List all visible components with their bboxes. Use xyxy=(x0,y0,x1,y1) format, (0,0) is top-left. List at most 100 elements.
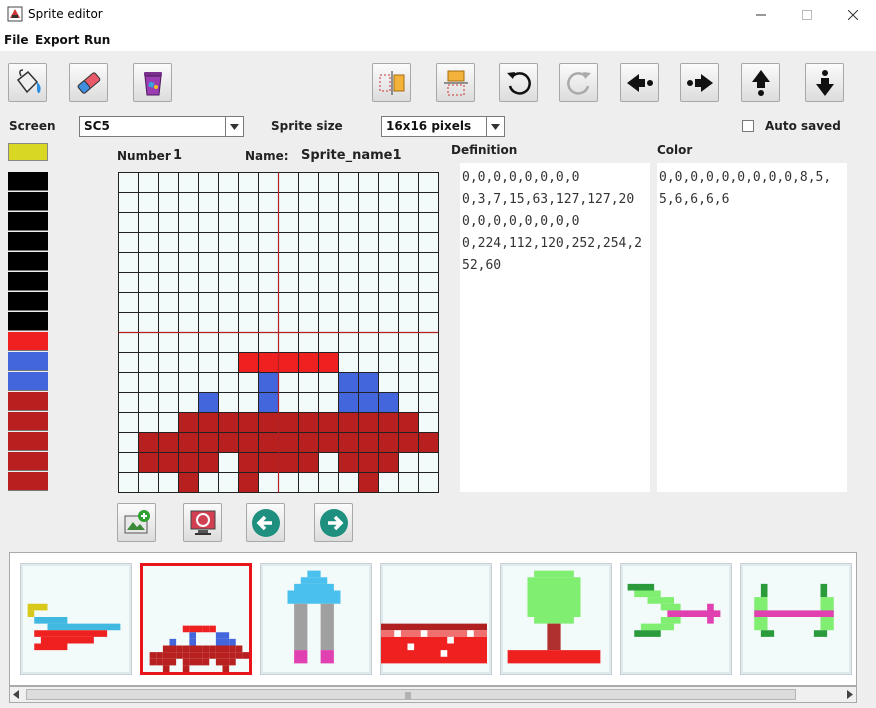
pixel-cell[interactable] xyxy=(418,432,439,453)
pixel-cell[interactable] xyxy=(258,392,279,413)
pixel-cell[interactable] xyxy=(418,172,439,193)
palette-color-7[interactable] xyxy=(8,312,48,331)
thumbnail-mushroom[interactable] xyxy=(260,563,372,675)
pixel-cell[interactable] xyxy=(118,452,139,473)
thumbnail-tree[interactable] xyxy=(500,563,612,675)
palette-color-11[interactable] xyxy=(8,392,48,411)
palette-color-6[interactable] xyxy=(8,292,48,311)
thumbnail-car[interactable] xyxy=(140,563,252,675)
delete-button[interactable] xyxy=(133,63,172,102)
pixel-cell[interactable] xyxy=(138,372,159,393)
pixel-cell[interactable] xyxy=(418,312,439,333)
pixel-cell[interactable] xyxy=(298,372,319,393)
pixel-cell[interactable] xyxy=(138,392,159,413)
pixel-cell[interactable] xyxy=(178,172,199,193)
pixel-cell[interactable] xyxy=(338,452,359,473)
pixel-cell[interactable] xyxy=(198,372,219,393)
pixel-cell[interactable] xyxy=(198,412,219,433)
pixel-cell[interactable] xyxy=(238,372,259,393)
pixel-cell[interactable] xyxy=(178,212,199,233)
pixel-cell[interactable] xyxy=(218,352,239,373)
pixel-cell[interactable] xyxy=(178,412,199,433)
pixel-cell[interactable] xyxy=(238,192,259,213)
pixel-cell[interactable] xyxy=(318,392,339,413)
pixel-cell[interactable] xyxy=(298,432,319,453)
pixel-cell[interactable] xyxy=(198,232,219,253)
pixel-cell[interactable] xyxy=(398,452,419,473)
pixel-cell[interactable] xyxy=(198,192,219,213)
selected-color-swatch[interactable] xyxy=(8,143,48,161)
pixel-cell[interactable] xyxy=(238,172,259,193)
previous-sprite-button[interactable] xyxy=(246,503,285,542)
pixel-cell[interactable] xyxy=(278,212,299,233)
pixel-cell[interactable] xyxy=(298,272,319,293)
scrollbar-thumb[interactable] xyxy=(26,689,796,700)
pixel-cell[interactable] xyxy=(338,252,359,273)
pixel-cell[interactable] xyxy=(338,412,359,433)
pixel-cell[interactable] xyxy=(298,252,319,273)
scroll-right-icon[interactable] xyxy=(845,690,853,699)
pixel-cell[interactable] xyxy=(238,432,259,453)
pixel-cell[interactable] xyxy=(378,192,399,213)
pixel-cell[interactable] xyxy=(178,292,199,313)
scroll-left-icon[interactable] xyxy=(13,690,21,699)
pixel-cell[interactable] xyxy=(298,292,319,313)
pixel-cell[interactable] xyxy=(118,332,139,353)
pixel-cell[interactable] xyxy=(378,252,399,273)
pixel-cell[interactable] xyxy=(378,272,399,293)
pixel-cell[interactable] xyxy=(118,172,139,193)
pixel-cell[interactable] xyxy=(418,392,439,413)
pixel-cell[interactable] xyxy=(158,352,179,373)
pixel-cell[interactable] xyxy=(158,312,179,333)
pixel-cell[interactable] xyxy=(378,172,399,193)
pixel-cell[interactable] xyxy=(238,352,259,373)
pixel-cell[interactable] xyxy=(418,192,439,213)
pixel-cell[interactable] xyxy=(278,272,299,293)
thumbnail-bird[interactable] xyxy=(620,563,732,675)
pixel-cell[interactable] xyxy=(398,232,419,253)
pixel-cell[interactable] xyxy=(398,172,419,193)
palette-color-4[interactable] xyxy=(8,252,48,271)
pixel-cell[interactable] xyxy=(218,312,239,333)
pixel-cell[interactable] xyxy=(318,312,339,333)
pixel-cell[interactable] xyxy=(238,312,259,333)
pixel-cell[interactable] xyxy=(178,472,199,493)
pixel-cell[interactable] xyxy=(258,212,279,233)
pixel-cell[interactable] xyxy=(258,472,279,493)
pixel-cell[interactable] xyxy=(138,312,159,333)
pixel-cell[interactable] xyxy=(178,352,199,373)
thumbnail-dumbbell[interactable] xyxy=(740,563,852,675)
pixel-cell[interactable] xyxy=(358,272,379,293)
pixel-cell[interactable] xyxy=(138,252,159,273)
shift-right-button[interactable] xyxy=(680,63,719,102)
pixel-cell[interactable] xyxy=(278,312,299,333)
palette-color-13[interactable] xyxy=(8,432,48,451)
flip-vertical-button[interactable] xyxy=(436,63,475,102)
pixel-cell[interactable] xyxy=(278,292,299,313)
pixel-cell[interactable] xyxy=(198,472,219,493)
pixel-cell[interactable] xyxy=(198,172,219,193)
pixel-cell[interactable] xyxy=(358,352,379,373)
pixel-cell[interactable] xyxy=(338,352,359,373)
pixel-cell[interactable] xyxy=(358,432,379,453)
screen-select[interactable]: SC5 xyxy=(79,116,244,137)
pixel-cell[interactable] xyxy=(238,232,259,253)
menu-file[interactable]: File xyxy=(4,33,29,47)
minimize-button[interactable] xyxy=(738,0,784,29)
pixel-cell[interactable] xyxy=(138,332,159,353)
pixel-cell[interactable] xyxy=(418,472,439,493)
pixel-cell[interactable] xyxy=(378,312,399,333)
pixel-cell[interactable] xyxy=(218,472,239,493)
pixel-cell[interactable] xyxy=(218,212,239,233)
pixel-cell[interactable] xyxy=(398,332,419,353)
pixel-cell[interactable] xyxy=(138,432,159,453)
menu-run[interactable]: Run xyxy=(84,33,110,47)
pixel-cell[interactable] xyxy=(178,452,199,473)
pixel-cell[interactable] xyxy=(238,292,259,313)
pixel-cell[interactable] xyxy=(138,232,159,253)
pixel-cell[interactable] xyxy=(318,272,339,293)
pixel-cell[interactable] xyxy=(158,232,179,253)
pixel-cell[interactable] xyxy=(238,212,259,233)
pixel-cell[interactable] xyxy=(378,332,399,353)
pixel-cell[interactable] xyxy=(118,312,139,333)
